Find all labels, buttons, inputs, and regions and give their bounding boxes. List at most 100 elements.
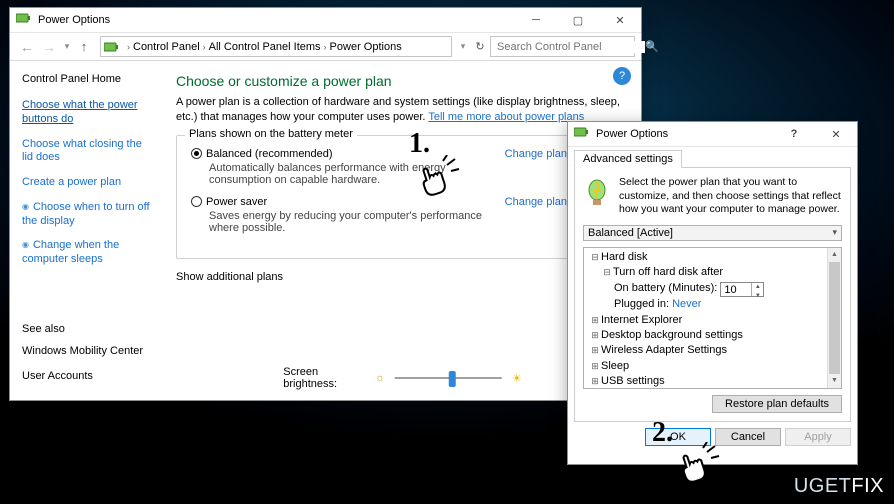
groupbox-legend: Plans shown on the battery meter xyxy=(185,128,357,140)
spinner-down[interactable]: ▼ xyxy=(752,292,763,300)
history-dropdown[interactable]: ▾ xyxy=(60,41,74,52)
control-panel-home[interactable]: Control Panel Home xyxy=(22,73,154,85)
tab-advanced-settings[interactable]: Advanced settings xyxy=(574,150,682,168)
expand-icon[interactable]: ⊞ xyxy=(590,360,600,373)
plan-balanced: Balanced (recommended) Automatically bal… xyxy=(191,148,608,186)
search-icon[interactable]: 🔍 xyxy=(645,40,659,53)
tree-sleep[interactable]: Sleep xyxy=(601,360,629,372)
tree-ie[interactable]: Internet Explorer xyxy=(601,314,682,326)
sidebar: Control Panel Home Choose what the power… xyxy=(10,61,164,400)
tree-scrollbar[interactable]: ▲ ▼ xyxy=(827,248,841,388)
titlebar: Power Options ─ ▢ ✕ xyxy=(10,8,641,33)
address-bar: ← → ▾ ↑ › Control Panel › All Control Pa… xyxy=(10,33,641,61)
control-panel-power-options-window: Power Options ─ ▢ ✕ ← → ▾ ↑ › Control Pa… xyxy=(9,7,642,401)
sun-dim-icon: ☼ xyxy=(375,372,385,384)
plan-subtext: Saves energy by reducing your computer's… xyxy=(209,210,497,234)
brightness-slider[interactable] xyxy=(395,377,502,379)
search-box[interactable]: 🔍 xyxy=(490,36,635,57)
help-button[interactable]: ? xyxy=(773,122,815,147)
breadcrumb-item[interactable]: All Control Panel Items xyxy=(209,41,321,53)
up-button[interactable]: ↑ xyxy=(74,39,94,54)
page-heading: Choose or customize a power plan xyxy=(176,73,623,89)
tree-turn-off[interactable]: Turn off hard disk after xyxy=(613,266,723,278)
page-description: A power plan is a collection of hardware… xyxy=(176,95,623,125)
plan-name: Balanced (recommended) xyxy=(206,148,333,160)
sun-bright-icon: ☀ xyxy=(512,372,522,385)
see-also-mobility[interactable]: Windows Mobility Center xyxy=(22,345,154,359)
brightness-label: Screen brightness: xyxy=(283,366,365,390)
minimize-button[interactable]: ─ xyxy=(515,8,557,33)
minutes-input[interactable] xyxy=(721,283,751,296)
expand-icon[interactable]: ⊞ xyxy=(590,375,600,388)
close-button[interactable]: ✕ xyxy=(599,8,641,33)
chevron-right-icon: › xyxy=(203,42,206,52)
sidebar-link-power-buttons[interactable]: Choose what the power buttons do xyxy=(22,99,154,127)
collapse-icon[interactable]: ⊟ xyxy=(590,251,600,264)
chevron-down-icon: ▾ xyxy=(832,227,837,238)
expand-icon[interactable]: ⊞ xyxy=(590,344,600,357)
help-icon[interactable]: ? xyxy=(613,67,631,85)
scroll-down-arrow[interactable]: ▼ xyxy=(828,374,841,388)
tree-desktop-bg[interactable]: Desktop background settings xyxy=(601,329,743,341)
see-also-user-accounts[interactable]: User Accounts xyxy=(22,370,154,384)
scroll-up-arrow[interactable]: ▲ xyxy=(828,248,841,262)
tree-plugged-in-label: Plugged in: xyxy=(614,298,669,310)
maximize-button[interactable]: ▢ xyxy=(557,8,599,33)
sidebar-link-closing-lid[interactable]: Choose what closing the lid does xyxy=(22,138,154,166)
breadcrumb-item[interactable]: Power Options xyxy=(330,41,402,53)
breadcrumb-item[interactable]: Control Panel xyxy=(133,41,200,53)
tell-me-more-link[interactable]: Tell me more about power plans xyxy=(428,111,584,123)
apply-button: Apply xyxy=(785,428,851,446)
close-button[interactable]: ✕ xyxy=(815,122,857,147)
refresh-button[interactable]: ↻ xyxy=(470,40,490,53)
radio-balanced[interactable] xyxy=(191,148,202,159)
sidebar-link-turn-off-display[interactable]: Choose when to turn off the display xyxy=(22,201,154,229)
sidebar-link-computer-sleeps[interactable]: Change when the computer sleeps xyxy=(22,239,154,267)
battery-icon xyxy=(16,11,32,29)
collapse-icon[interactable]: ⊟ xyxy=(602,266,612,279)
restore-plan-defaults-button[interactable]: Restore plan defaults xyxy=(712,395,842,413)
breadcrumb-dropdown[interactable]: ▾ xyxy=(456,41,470,52)
watermark: UGETFIX xyxy=(794,475,884,498)
back-button[interactable]: ← xyxy=(16,36,38,58)
tree-plugged-in-value[interactable]: Never xyxy=(672,298,701,310)
scroll-thumb[interactable] xyxy=(829,262,840,374)
show-additional-plans[interactable]: Show additional plans ⌄ xyxy=(176,269,623,285)
plan-name: Power saver xyxy=(206,196,267,208)
plans-groupbox: Plans shown on the battery meter Balance… xyxy=(176,135,623,259)
slider-thumb[interactable] xyxy=(449,371,456,387)
cancel-button[interactable]: Cancel xyxy=(715,428,781,446)
brightness-row: Screen brightness: ☼ ☀ xyxy=(283,366,522,390)
advanced-panel: Select the power plan that you want to c… xyxy=(574,167,851,422)
search-input[interactable] xyxy=(491,41,645,53)
sidebar-link-create-plan[interactable]: Create a power plan xyxy=(22,176,154,190)
advanced-description: Select the power plan that you want to c… xyxy=(619,176,842,217)
window-title: Power Options xyxy=(38,14,515,26)
forward-button[interactable]: → xyxy=(38,36,60,58)
tree-hard-disk[interactable]: Hard disk xyxy=(601,251,647,263)
cursor-hand-icon xyxy=(417,155,461,199)
radio-power-saver[interactable] xyxy=(191,196,202,207)
plan-power-saver: Power saver Saves energy by reducing you… xyxy=(191,196,608,234)
spinner-up[interactable]: ▲ xyxy=(752,283,763,291)
chevron-right-icon: › xyxy=(127,42,130,52)
plan-combo[interactable]: Balanced [Active] ▾ xyxy=(583,225,842,241)
tree-on-battery-label: On battery (Minutes): xyxy=(614,282,717,294)
expand-icon[interactable]: ⊞ xyxy=(590,314,600,327)
cursor-hand-icon xyxy=(677,442,721,486)
battery-icon xyxy=(104,41,120,53)
tree-usb[interactable]: USB settings xyxy=(601,375,665,387)
settings-tree[interactable]: ⊟Hard disk ⊟Turn off hard disk after On … xyxy=(583,247,842,389)
minutes-spinner[interactable]: ▲▼ xyxy=(720,282,764,297)
breadcrumb-box[interactable]: › Control Panel › All Control Panel Item… xyxy=(100,36,452,57)
annotation-2: 2. xyxy=(652,419,673,447)
annotation-1: 1. xyxy=(409,130,430,158)
power-options-advanced-dialog: Power Options ? ✕ Advanced settings Sele… xyxy=(567,121,858,465)
battery-icon xyxy=(574,125,590,143)
power-plan-icon xyxy=(583,176,611,208)
titlebar: Power Options ? ✕ xyxy=(568,122,857,147)
expand-icon[interactable]: ⊞ xyxy=(590,329,600,342)
tree-wireless[interactable]: Wireless Adapter Settings xyxy=(601,344,727,356)
see-also-label: See also xyxy=(22,323,154,335)
chevron-right-icon: › xyxy=(324,42,327,52)
